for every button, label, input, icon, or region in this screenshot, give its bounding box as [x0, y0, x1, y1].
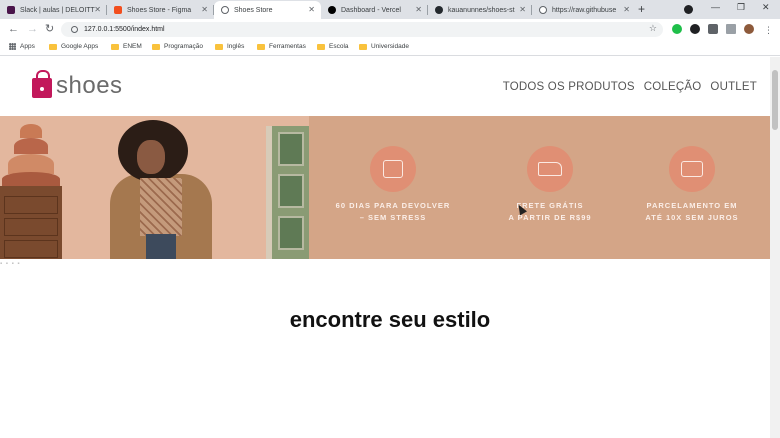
bookmark-label: Programação	[164, 43, 204, 50]
reading-list-icon[interactable]	[726, 24, 736, 34]
bookmark-star-icon[interactable]: ☆	[649, 23, 657, 34]
section-title: encontre seu estilo	[289, 307, 491, 332]
address-bar[interactable]: 127.0.0.1:5500/index.html ☆	[61, 22, 663, 37]
tab-2[interactable]: Shoes Store - Figma ✕	[107, 1, 214, 19]
hero-photo	[0, 116, 309, 259]
delivery-truck-icon	[538, 162, 562, 176]
perk-text-line: ATÉ 10X SEM JUROS	[645, 213, 739, 222]
shopping-bag-icon	[32, 70, 52, 98]
close-icon[interactable]: ✕	[308, 5, 315, 14]
bookmark-apps[interactable]: Apps	[9, 43, 35, 50]
close-icon[interactable]: ✕	[94, 5, 101, 14]
scrollbar-thumb[interactable]	[772, 70, 778, 130]
main-nav: TODOS OS PRODUTOS COLEÇÃO OUTLET	[503, 81, 757, 93]
bookmark-label: Ferramentas	[269, 43, 306, 50]
folder-icon	[49, 43, 57, 50]
wallet-icon	[681, 161, 703, 177]
perk-text-line: 60 DIAS PARA DEVOLVER	[335, 201, 451, 210]
tab-3-active[interactable]: Shoes Store ✕	[214, 1, 321, 19]
bookmark-google-apps[interactable]: Google Apps	[49, 43, 98, 50]
close-icon[interactable]: ✕	[415, 5, 422, 14]
tab-6[interactable]: https://raw.githubuse ✕	[532, 1, 636, 19]
folder-icon	[359, 43, 367, 50]
page-viewport: shoes TODOS OS PRODUTOS COLEÇÃO OUTLET 6…	[0, 57, 770, 438]
perk-free-shipping: FRETE GRÁTIS A PARTIR DE R$99	[485, 146, 615, 224]
page-scrollbar[interactable]	[770, 57, 780, 438]
menu-icon[interactable]: ⋮	[764, 23, 773, 37]
tab-5[interactable]: kauanunnes/shoes-st ✕	[428, 1, 532, 19]
folder-icon	[257, 43, 265, 50]
folder-icon	[111, 43, 119, 50]
perk-text-line: PARCELAMENTO EM	[646, 201, 738, 210]
bookmark-escola[interactable]: Escola	[317, 43, 349, 50]
globe-icon	[221, 6, 229, 14]
carousel-dots[interactable]: ▪ ▪ ▪ ▪	[0, 261, 21, 267]
back-icon[interactable]: ←	[8, 22, 19, 36]
bookmark-label: Inglês	[227, 43, 245, 50]
tab-label: Slack | aulas | DELOITT	[20, 6, 95, 14]
dresser-image	[0, 186, 62, 259]
perk-text-line: – SEM STRESS	[359, 213, 427, 222]
bookmark-label: ENEM	[123, 43, 142, 50]
bookmark-programacao[interactable]: Programação	[152, 43, 203, 50]
logo[interactable]: shoes	[32, 68, 123, 98]
window-close-icon[interactable]: ✕	[762, 2, 770, 13]
logo-text: shoes	[56, 72, 123, 99]
bookmark-ingles[interactable]: Inglês	[215, 43, 244, 50]
bookmark-ferramentas[interactable]: Ferramentas	[257, 43, 306, 50]
restore-icon[interactable]: ❐	[737, 2, 745, 13]
bookmarks-bar: Apps Google Apps ENEM Programação Inglês…	[0, 40, 780, 56]
nav-outlet[interactable]: OUTLET	[710, 81, 757, 93]
minimize-icon[interactable]: —	[711, 2, 720, 12]
tab-1[interactable]: Slack | aulas | DELOITT ✕	[0, 1, 107, 19]
perk-text-line: FRETE GRÁTIS	[516, 201, 584, 210]
profile-dot-icon[interactable]	[684, 5, 693, 14]
url-text: 127.0.0.1:5500/index.html	[84, 26, 165, 33]
tab-label: Shoes Store	[234, 6, 273, 14]
close-icon[interactable]: ✕	[519, 5, 526, 14]
bookmark-label: Escola	[329, 43, 349, 50]
github-icon	[435, 6, 443, 14]
perk-returns: 60 DIAS PARA DEVOLVER – SEM STRESS	[328, 146, 458, 224]
folder-icon	[317, 43, 325, 50]
bookmark-universidade[interactable]: Universidade	[359, 43, 409, 50]
tab-label: kauanunnes/shoes-st	[448, 6, 515, 14]
close-icon[interactable]: ✕	[201, 5, 208, 14]
tab-label: https://raw.githubuse	[552, 6, 617, 14]
tab-strip: Slack | aulas | DELOITT ✕ Shoes Store - …	[0, 0, 780, 19]
new-tab-button[interactable]: +	[638, 2, 645, 16]
tab-label: Dashboard - Vercel	[341, 6, 401, 14]
window-shutter-image	[266, 126, 309, 259]
hero-banner: 60 DIAS PARA DEVOLVER – SEM STRESS FRETE …	[0, 116, 770, 259]
bookmark-label: Apps	[20, 43, 35, 50]
folder-icon	[215, 43, 223, 50]
vercel-icon	[328, 6, 336, 14]
nav-todos-os-produtos[interactable]: TODOS OS PRODUTOS	[503, 81, 635, 93]
apps-grid-icon	[9, 43, 16, 50]
nav-colecao[interactable]: COLEÇÃO	[644, 81, 702, 93]
tab-label: Shoes Store - Figma	[127, 6, 192, 14]
puzzle-icon[interactable]	[708, 24, 718, 34]
tab-4[interactable]: Dashboard - Vercel ✕	[321, 1, 428, 19]
bookmark-label: Google Apps	[61, 43, 99, 50]
bookmark-label: Universidade	[371, 43, 409, 50]
extension-green-icon[interactable]	[672, 24, 682, 34]
globe-icon	[539, 6, 547, 14]
site-header: shoes TODOS OS PRODUTOS COLEÇÃO OUTLET	[0, 57, 770, 116]
slack-icon	[7, 6, 15, 14]
avatar[interactable]	[744, 24, 754, 34]
extension-dark-icon[interactable]	[690, 24, 700, 34]
folder-icon	[152, 43, 160, 50]
info-icon[interactable]	[71, 26, 78, 33]
bookmark-enem[interactable]: ENEM	[111, 43, 142, 50]
close-icon[interactable]: ✕	[623, 5, 630, 14]
browser-toolbar: ← → ↻ 127.0.0.1:5500/index.html ☆ ⋮	[0, 19, 780, 40]
forward-icon[interactable]: →	[27, 22, 38, 36]
figma-icon	[114, 6, 122, 14]
reload-icon[interactable]: ↻	[45, 22, 54, 36]
perk-installments: PARCELAMENTO EM ATÉ 10X SEM JUROS	[627, 146, 757, 224]
box-return-icon	[383, 160, 403, 178]
